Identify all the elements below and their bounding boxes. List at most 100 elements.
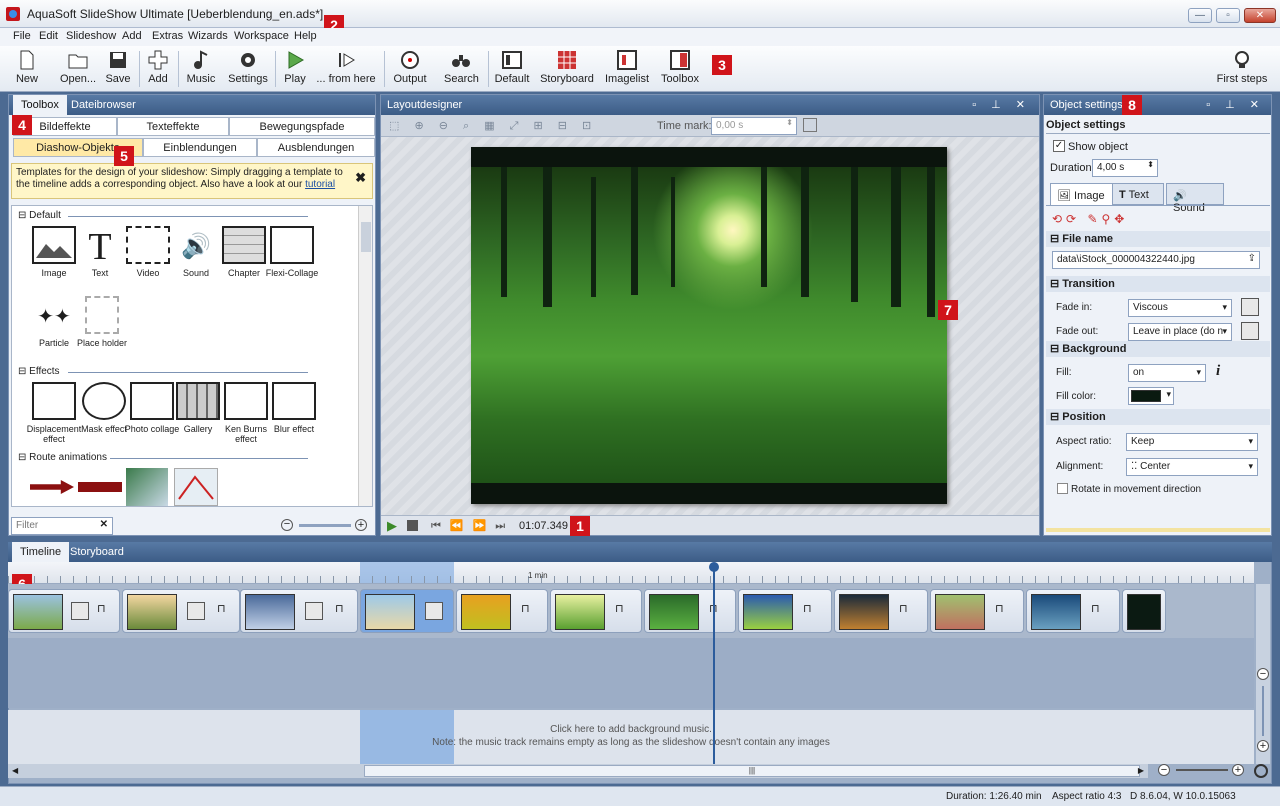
tab-timeline[interactable]: Timeline — [12, 542, 70, 562]
menu-add[interactable]: Add — [122, 30, 142, 42]
time-mark-spinner-icon[interactable]: ⬍ — [786, 118, 793, 127]
route-map-line-icon[interactable] — [174, 468, 218, 506]
play-from-here-button[interactable]: ... from here — [316, 50, 376, 85]
effect-blur[interactable]: Blur effect — [266, 382, 322, 434]
zoom-out-icon[interactable]: − — [281, 519, 293, 531]
template-chapter[interactable]: Chapter — [218, 226, 270, 278]
effect-gallery[interactable]: Gallery — [172, 382, 224, 434]
timeline-zoom-slider[interactable] — [1176, 769, 1228, 771]
duration-spinner-icon[interactable]: ⬍ — [1147, 160, 1154, 169]
designer-tool-icons[interactable]: ⬚ ⊕ ⊖ ⌕ ▦ ⤢ ⊞ ⊟ ⊡ — [389, 119, 597, 133]
file-name-section[interactable]: ⊟ File name — [1046, 231, 1270, 247]
settings-panel-controls-icon[interactable]: ▫ ⊥ ✕ — [1206, 98, 1265, 111]
first-steps-button[interactable]: First steps — [1216, 50, 1268, 85]
route-line-icon[interactable] — [78, 482, 122, 492]
tab-image[interactable]: 🖼 Image — [1050, 183, 1116, 205]
music-button[interactable]: Music — [184, 50, 218, 85]
play-button[interactable]: Play — [282, 50, 308, 85]
fade-out-select[interactable]: Leave in place (do n — [1128, 323, 1232, 341]
subtab-ausblendungen[interactable]: Ausblendungen — [257, 138, 375, 157]
tab-toolbox[interactable]: Toolbox — [13, 95, 67, 115]
position-section[interactable]: ⊟ Position — [1046, 409, 1270, 425]
timeline-clip[interactable]: ⊓ — [550, 589, 642, 633]
timeline-ruler[interactable]: 1 min — [8, 562, 1254, 584]
preview-stop-icon[interactable] — [407, 520, 418, 531]
timeline-clip[interactable]: ⊓ — [456, 589, 548, 633]
track-zoom-out-icon[interactable]: − — [1257, 668, 1269, 680]
track-zoom-in-icon[interactable]: + — [1257, 740, 1269, 752]
template-place-holder[interactable]: Place holder — [72, 296, 132, 348]
fade-in-options-icon[interactable] — [1241, 298, 1259, 316]
close-info-icon[interactable]: ✖ — [355, 171, 366, 184]
timeline-clip[interactable]: ⊓ — [8, 589, 120, 633]
subtab-bewegungspfade[interactable]: Bewegungspfade — [229, 117, 375, 136]
maximize-button[interactable]: ▫ — [1216, 8, 1240, 23]
preview-seek-icons[interactable]: ⏮⏪⏩⏭ — [431, 519, 514, 533]
clear-filter-icon[interactable]: ✕ — [100, 519, 108, 530]
empty-track[interactable] — [8, 638, 1254, 708]
imagelist-layout-button[interactable]: Imagelist — [604, 50, 650, 85]
timeline-clip[interactable]: ⊓ — [738, 589, 832, 633]
timeline-clip[interactable]: ⊓ — [834, 589, 928, 633]
timeline-clip-selected[interactable] — [360, 589, 454, 633]
route-arrow-icon[interactable] — [30, 480, 74, 494]
menu-wizards[interactable]: Wizards — [188, 30, 228, 42]
timeline-zoom-fit-icon[interactable] — [1254, 764, 1268, 778]
output-button[interactable]: Output — [392, 50, 428, 85]
time-mark-input[interactable]: 0,00 s ⬍ — [711, 117, 797, 135]
gallery-scroll-thumb[interactable] — [361, 222, 371, 252]
timeline-zoom-in-icon[interactable]: + — [1232, 764, 1244, 776]
menu-slideshow[interactable]: Slideshow — [66, 30, 116, 42]
rotate-checkbox[interactable] — [1057, 483, 1068, 494]
minimize-button[interactable]: — — [1188, 8, 1212, 23]
route-map-icon[interactable] — [126, 468, 168, 506]
gallery-scrollbar[interactable] — [358, 206, 372, 506]
subtab-texteffekte[interactable]: Texteffekte — [117, 117, 229, 136]
forest-image[interactable] — [471, 167, 947, 483]
timeline-clip[interactable]: ⊓ — [1026, 589, 1120, 633]
image-tool-icons[interactable]: ⟲⟳ ✎⚲✥ — [1052, 212, 1128, 226]
template-sound[interactable]: 🔊 Sound — [170, 226, 222, 278]
fade-out-options-icon[interactable] — [1241, 322, 1259, 340]
template-video[interactable]: Video — [122, 226, 174, 278]
timeline-clip[interactable]: ⊓ — [240, 589, 358, 633]
track-zoom-bar[interactable]: − + — [1256, 584, 1270, 764]
info-icon[interactable]: i — [1216, 363, 1220, 380]
browse-file-icon[interactable]: ⇪ — [1248, 253, 1256, 264]
timeline-zoom-out-icon[interactable]: − — [1158, 764, 1170, 776]
tab-storyboard[interactable]: Storyboard — [62, 542, 132, 562]
preview-canvas[interactable] — [471, 147, 947, 504]
close-button[interactable]: ✕ — [1244, 8, 1276, 23]
fill-select[interactable]: on — [1128, 364, 1206, 382]
menu-file[interactable]: File — [13, 30, 31, 42]
zoom-in-icon[interactable]: + — [355, 519, 367, 531]
tutorial-link[interactable]: tutorial — [305, 179, 335, 190]
effect-displacement[interactable]: Displacement effect — [26, 382, 82, 444]
add-button[interactable]: Add — [144, 50, 172, 85]
filter-input[interactable]: Filter ✕ — [11, 517, 113, 535]
timeline-clip[interactable]: ⊓ — [930, 589, 1024, 633]
menu-extras[interactable]: Extras — [152, 30, 183, 42]
time-mark-save-icon[interactable] — [803, 118, 817, 132]
search-button[interactable]: Search — [444, 50, 479, 85]
fade-in-select[interactable]: Viscous — [1128, 299, 1232, 317]
toolbox-layout-button[interactable]: Toolbox — [660, 50, 700, 85]
menu-workspace[interactable]: Workspace — [234, 30, 289, 42]
music-track[interactable]: Click here to add background music. Note… — [8, 710, 1254, 764]
new-button[interactable]: New — [12, 50, 42, 85]
menu-edit[interactable]: Edit — [39, 30, 58, 42]
duration-input[interactable]: 4,00 s ⬍ — [1092, 159, 1158, 177]
default-layout-button[interactable]: Default — [494, 50, 530, 85]
open-button[interactable]: Open... — [60, 50, 96, 85]
aspect-ratio-select[interactable]: Keep — [1126, 433, 1258, 451]
menu-help[interactable]: Help — [294, 30, 317, 42]
subtab-einblendungen[interactable]: Einblendungen — [143, 138, 257, 157]
timeline-clip[interactable]: ⊓ — [644, 589, 736, 633]
gallery-zoom-slider[interactable] — [299, 524, 351, 527]
scroll-left-icon[interactable]: ◀ — [12, 766, 18, 775]
alignment-select[interactable]: ⁚⁚ Center — [1126, 458, 1258, 476]
preview-play-icon[interactable]: ▶ — [387, 518, 397, 534]
template-flexi-collage[interactable]: Flexi-Collage — [264, 226, 320, 278]
playhead-handle[interactable] — [709, 562, 719, 572]
storyboard-layout-button[interactable]: Storyboard — [540, 50, 594, 85]
